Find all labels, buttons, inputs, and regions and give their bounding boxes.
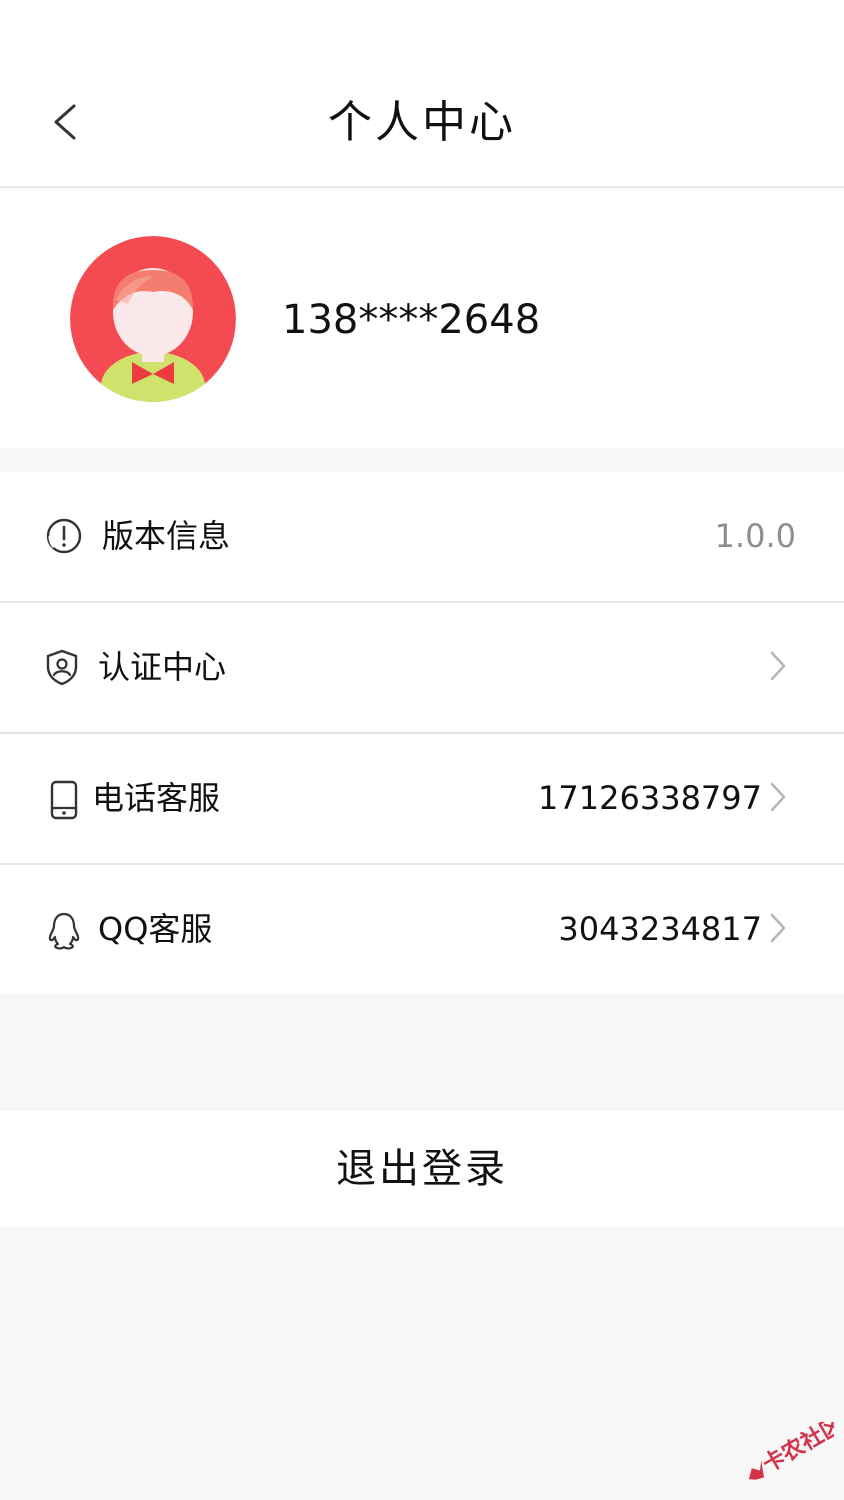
- logout-button[interactable]: 退出登录: [0, 1111, 844, 1227]
- menu-item-certification[interactable]: 认证中心: [0, 603, 844, 734]
- info-circle-icon: [46, 518, 82, 554]
- top-nav-bar: 个人中心: [0, 0, 844, 188]
- qq-penguin-icon: [48, 912, 80, 950]
- shield-user-icon: [46, 649, 78, 686]
- watermark-text: 卡农社区: [758, 1422, 834, 1478]
- menu-item-label: 认证中心: [98, 648, 227, 686]
- menu-item-label: QQ客服: [98, 910, 213, 948]
- personal-center-page: 个人中心 138****2648 版本信息 1.0.0 认证中心 电话客服 17…: [0, 0, 844, 1500]
- menu-item-label: 电话客服: [92, 779, 221, 817]
- user-phone-masked: 138****2648: [282, 297, 541, 343]
- default-avatar-girl-icon: [70, 236, 236, 402]
- version-value: 1.0.0: [714, 517, 796, 555]
- chevron-right-icon: [770, 913, 786, 943]
- page-title: 个人中心: [328, 97, 516, 148]
- chevron-right-icon: [770, 782, 786, 812]
- settings-menu: 版本信息 1.0.0 认证中心 电话客服 17126338797 QQ客服 30…: [0, 472, 844, 994]
- menu-item-label: 版本信息: [102, 517, 231, 555]
- watermark-logo: 卡农社区: [748, 1422, 834, 1480]
- service-qq-number: 3043234817: [558, 910, 762, 948]
- menu-item-qq-service[interactable]: QQ客服 3043234817: [0, 865, 844, 994]
- menu-item-phone-service[interactable]: 电话客服 17126338797: [0, 734, 844, 865]
- menu-item-version[interactable]: 版本信息 1.0.0: [0, 472, 844, 603]
- profile-card: 138****2648: [0, 190, 844, 448]
- mobile-phone-icon: [50, 780, 78, 820]
- chevron-right-icon: [770, 651, 786, 681]
- avatar[interactable]: [70, 236, 236, 402]
- service-phone-number: 17126338797: [538, 779, 762, 817]
